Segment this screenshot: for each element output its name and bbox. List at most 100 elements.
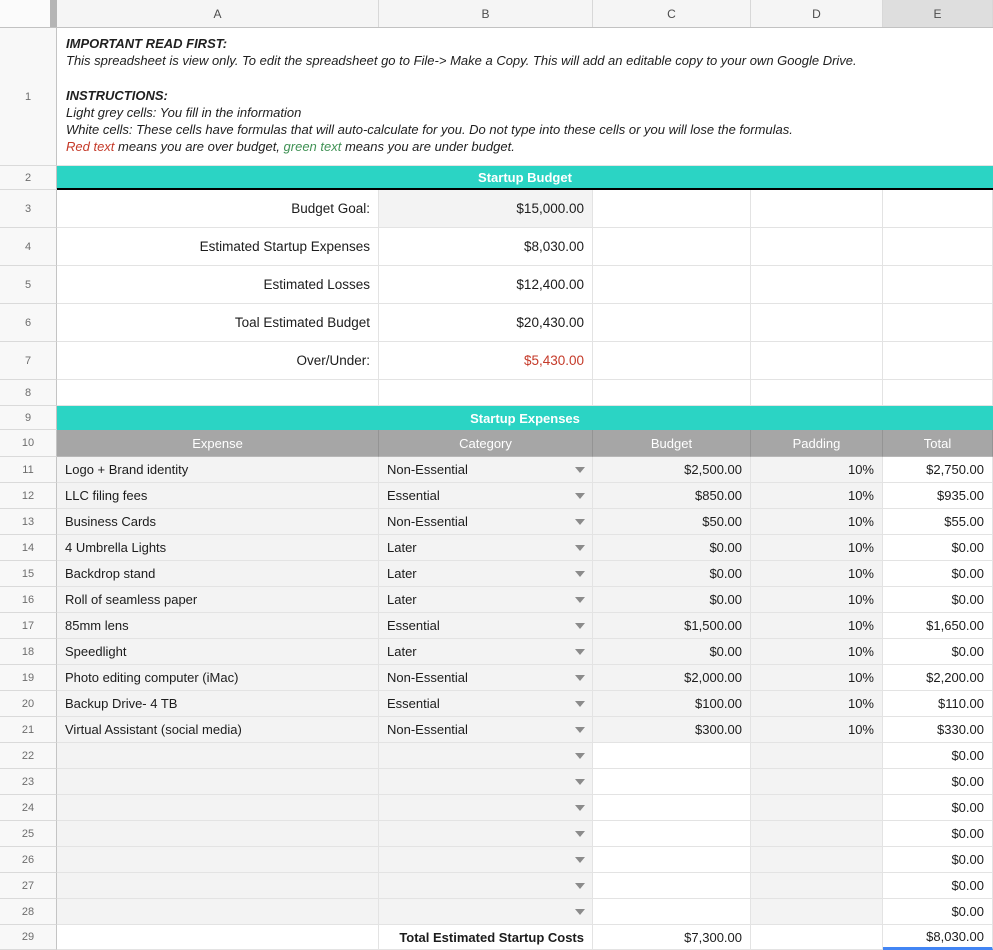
row-header-4[interactable]: 4 xyxy=(0,228,57,266)
category-cell[interactable] xyxy=(379,743,593,769)
padding-cell[interactable] xyxy=(751,795,883,821)
category-cell[interactable]: Later xyxy=(379,639,593,665)
padding-cell[interactable] xyxy=(751,821,883,847)
total-cell[interactable]: $0.00 xyxy=(883,587,993,613)
row-header-19[interactable]: 19 xyxy=(0,665,57,691)
dropdown-arrow-icon[interactable] xyxy=(575,467,585,473)
expense-name-cell[interactable]: 4 Umbrella Lights xyxy=(57,535,379,561)
empty-cell[interactable] xyxy=(57,925,379,950)
row-header-18[interactable]: 18 xyxy=(0,639,57,665)
empty-cell[interactable] xyxy=(883,304,993,342)
total-cell[interactable]: $0.00 xyxy=(883,873,993,899)
padding-cell[interactable] xyxy=(751,769,883,795)
dropdown-arrow-icon[interactable] xyxy=(575,675,585,681)
budget-cell[interactable] xyxy=(593,847,751,873)
budget-cell[interactable]: $0.00 xyxy=(593,561,751,587)
total-cell[interactable]: $0.00 xyxy=(883,535,993,561)
empty-cell[interactable] xyxy=(379,380,593,406)
header-expense[interactable]: Expense xyxy=(57,430,379,457)
budget-goal-value[interactable]: $15,000.00 xyxy=(379,190,593,228)
empty-cell[interactable] xyxy=(751,925,883,950)
empty-cell[interactable] xyxy=(751,342,883,380)
padding-cell[interactable]: 10% xyxy=(751,587,883,613)
category-cell[interactable]: Later xyxy=(379,535,593,561)
category-cell[interactable]: Essential xyxy=(379,613,593,639)
empty-cell[interactable] xyxy=(593,304,751,342)
row-header-17[interactable]: 17 xyxy=(0,613,57,639)
category-cell[interactable]: Non-Essential xyxy=(379,665,593,691)
row-header-20[interactable]: 20 xyxy=(0,691,57,717)
grand-total-value[interactable]: $8,030.00 xyxy=(883,925,993,950)
expense-name-cell[interactable]: Photo editing computer (iMac) xyxy=(57,665,379,691)
column-header-c[interactable]: C xyxy=(593,0,751,27)
expense-name-cell[interactable] xyxy=(57,795,379,821)
category-cell[interactable] xyxy=(379,873,593,899)
dropdown-arrow-icon[interactable] xyxy=(575,623,585,629)
empty-cell[interactable] xyxy=(751,380,883,406)
empty-cell[interactable] xyxy=(57,380,379,406)
budget-cell[interactable] xyxy=(593,899,751,925)
row-header-16[interactable]: 16 xyxy=(0,587,57,613)
budget-cell[interactable]: $0.00 xyxy=(593,535,751,561)
budget-cell[interactable] xyxy=(593,821,751,847)
category-cell[interactable]: Non-Essential xyxy=(379,457,593,483)
expense-name-cell[interactable]: Virtual Assistant (social media) xyxy=(57,717,379,743)
header-padding[interactable]: Padding xyxy=(751,430,883,457)
over-under-label[interactable]: Over/Under: xyxy=(57,342,379,380)
expense-name-cell[interactable]: LLC filing fees xyxy=(57,483,379,509)
empty-cell[interactable] xyxy=(883,380,993,406)
budget-cell[interactable]: $2,000.00 xyxy=(593,665,751,691)
padding-cell[interactable] xyxy=(751,873,883,899)
category-cell[interactable] xyxy=(379,795,593,821)
category-cell[interactable]: Later xyxy=(379,561,593,587)
dropdown-arrow-icon[interactable] xyxy=(575,779,585,785)
total-budget-value[interactable]: $7,300.00 xyxy=(593,925,751,950)
estimated-expenses-value[interactable]: $8,030.00 xyxy=(379,228,593,266)
dropdown-arrow-icon[interactable] xyxy=(575,493,585,499)
budget-goal-label[interactable]: Budget Goal: xyxy=(57,190,379,228)
total-cell[interactable]: $0.00 xyxy=(883,899,993,925)
dropdown-arrow-icon[interactable] xyxy=(575,909,585,915)
budget-cell[interactable]: $1,500.00 xyxy=(593,613,751,639)
expense-name-cell[interactable]: 85mm lens xyxy=(57,613,379,639)
budget-cell[interactable]: $0.00 xyxy=(593,587,751,613)
category-cell[interactable]: Essential xyxy=(379,483,593,509)
category-cell[interactable]: Non-Essential xyxy=(379,717,593,743)
expense-name-cell[interactable] xyxy=(57,873,379,899)
total-cell[interactable]: $55.00 xyxy=(883,509,993,535)
category-cell[interactable] xyxy=(379,821,593,847)
category-cell[interactable]: Later xyxy=(379,587,593,613)
expense-name-cell[interactable] xyxy=(57,769,379,795)
instructions-cell[interactable]: IMPORTANT READ FIRST: This spreadsheet i… xyxy=(57,28,993,166)
row-header-23[interactable]: 23 xyxy=(0,769,57,795)
padding-cell[interactable]: 10% xyxy=(751,457,883,483)
row-header-15[interactable]: 15 xyxy=(0,561,57,587)
total-estimated-budget-value[interactable]: $20,430.00 xyxy=(379,304,593,342)
row-header-13[interactable]: 13 xyxy=(0,509,57,535)
total-cell[interactable]: $0.00 xyxy=(883,561,993,587)
expense-name-cell[interactable] xyxy=(57,821,379,847)
dropdown-arrow-icon[interactable] xyxy=(575,753,585,759)
padding-cell[interactable] xyxy=(751,847,883,873)
category-cell[interactable]: Non-Essential xyxy=(379,509,593,535)
budget-cell[interactable]: $300.00 xyxy=(593,717,751,743)
expense-name-cell[interactable]: Backdrop stand xyxy=(57,561,379,587)
row-header-2[interactable]: 2 xyxy=(0,166,57,190)
expense-name-cell[interactable]: Logo + Brand identity xyxy=(57,457,379,483)
empty-cell[interactable] xyxy=(751,304,883,342)
total-cell[interactable]: $330.00 xyxy=(883,717,993,743)
padding-cell[interactable]: 10% xyxy=(751,535,883,561)
expense-name-cell[interactable]: Business Cards xyxy=(57,509,379,535)
dropdown-arrow-icon[interactable] xyxy=(575,805,585,811)
budget-cell[interactable] xyxy=(593,795,751,821)
row-header-6[interactable]: 6 xyxy=(0,304,57,342)
expense-name-cell[interactable]: Speedlight xyxy=(57,639,379,665)
total-cell[interactable]: $2,200.00 xyxy=(883,665,993,691)
total-cell[interactable]: $0.00 xyxy=(883,847,993,873)
padding-cell[interactable] xyxy=(751,743,883,769)
row-header-10[interactable]: 10 xyxy=(0,430,57,457)
column-header-a[interactable]: A xyxy=(57,0,379,27)
padding-cell[interactable]: 10% xyxy=(751,509,883,535)
dropdown-arrow-icon[interactable] xyxy=(575,857,585,863)
dropdown-arrow-icon[interactable] xyxy=(575,883,585,889)
